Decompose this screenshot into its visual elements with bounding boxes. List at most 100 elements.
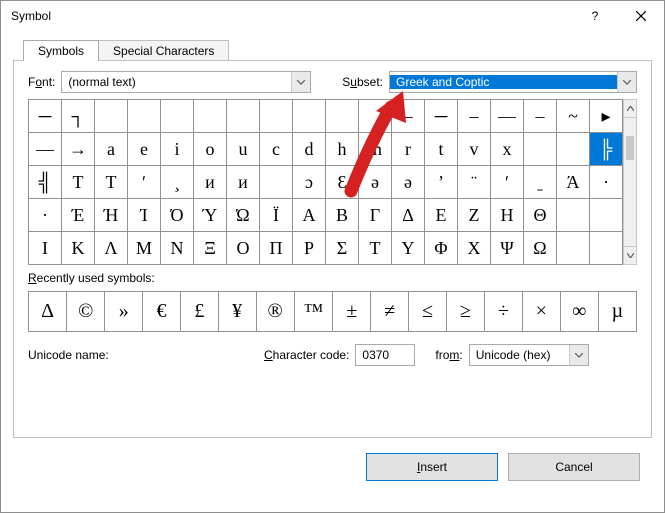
subset-select[interactable]: Greek and Coptic [389,71,637,93]
symbol-cell[interactable]: Σ [326,232,359,265]
symbol-cell[interactable]: T [95,166,128,199]
symbol-cell[interactable]: u [227,133,260,166]
symbol-cell[interactable]: Ρ [293,232,326,265]
symbol-cell[interactable]: Θ [524,199,557,232]
symbol-cell[interactable]: v [458,133,491,166]
symbol-cell[interactable] [161,100,194,133]
symbol-cell[interactable]: Π [260,232,293,265]
symbol-cell[interactable]: ʹ [128,166,161,199]
symbol-cell[interactable]: ¸ [161,166,194,199]
symbol-cell[interactable]: ̈ [458,166,491,199]
symbol-cell[interactable]: Ώ [227,199,260,232]
symbol-cell[interactable]: ə [392,166,425,199]
symbol-cell[interactable]: a [95,133,128,166]
symbol-cell[interactable]: ʹ [491,166,524,199]
recent-symbol-cell[interactable]: ≠ [371,292,409,332]
symbol-cell[interactable]: Υ [392,232,425,265]
recent-symbol-cell[interactable]: ≤ [409,292,447,332]
recent-symbols-grid[interactable]: Δ©»€£¥®™±≠≤≥÷×∞µ [28,291,637,332]
symbol-cell[interactable]: Ξ [194,232,227,265]
symbol-cell[interactable] [590,199,623,232]
symbol-cell[interactable] [194,100,227,133]
symbol-cell[interactable]: Η [491,199,524,232]
symbol-cell[interactable]: — [29,133,62,166]
symbol-cell[interactable]: Т [62,166,95,199]
symbol-cell[interactable]: m [359,133,392,166]
symbol-cell[interactable]: Ι [29,232,62,265]
symbol-cell[interactable]: ɔ [293,166,326,199]
symbol-cell[interactable]: x [491,133,524,166]
symbol-cell[interactable] [557,133,590,166]
symbol-cell[interactable]: ə [359,166,392,199]
symbol-cell[interactable]: o [194,133,227,166]
symbol-cell[interactable]: Φ [425,232,458,265]
symbol-cell[interactable]: r [392,133,425,166]
cancel-button[interactable]: Cancel [508,453,640,481]
symbol-cell[interactable] [326,100,359,133]
symbol-grid[interactable]: ─┐ –─–—–~▸—→aeioucdhmrtvx╠╣ТTʹ¸ии ɔƐəəʼ̈… [28,99,623,265]
symbol-cell[interactable]: ─ [425,100,458,133]
help-button[interactable]: ? [572,1,618,31]
symbol-cell[interactable]: Ό [161,199,194,232]
symbol-cell[interactable]: Λ [95,232,128,265]
recent-symbol-cell[interactable]: » [105,292,143,332]
symbol-cell[interactable]: c [260,133,293,166]
symbol-cell[interactable]: Α [293,199,326,232]
symbol-cell[interactable]: Ɛ [326,166,359,199]
recent-symbol-cell[interactable]: ÷ [484,292,522,332]
symbol-cell[interactable]: Ί [128,199,161,232]
recent-symbol-cell[interactable]: © [67,292,105,332]
insert-button[interactable]: Insert [366,453,498,481]
symbol-cell[interactable]: Μ [128,232,161,265]
symbol-cell[interactable]: Ϊ [260,199,293,232]
symbol-cell[interactable]: h [326,133,359,166]
symbol-cell[interactable]: ▸ [590,100,623,133]
symbol-cell[interactable]: — [491,100,524,133]
symbol-cell[interactable] [359,100,392,133]
symbol-cell[interactable]: i [161,133,194,166]
symbol-cell[interactable]: Χ [458,232,491,265]
symbol-cell[interactable]: ˍ [524,166,557,199]
symbol-cell[interactable]: и [227,166,260,199]
symbol-cell[interactable]: Έ [62,199,95,232]
from-select[interactable]: Unicode (hex) [469,344,589,366]
recent-symbol-cell[interactable]: ∞ [560,292,598,332]
recent-symbol-cell[interactable]: £ [180,292,218,332]
symbol-cell[interactable]: Γ [359,199,392,232]
symbol-cell[interactable]: Ω [524,232,557,265]
symbol-cell[interactable]: Ο [227,232,260,265]
symbol-cell[interactable]: Ή [95,199,128,232]
recent-symbol-cell[interactable]: Δ [29,292,67,332]
recent-symbol-cell[interactable]: ≥ [447,292,485,332]
symbol-cell[interactable]: Ψ [491,232,524,265]
symbol-cell[interactable] [557,199,590,232]
symbol-cell[interactable] [260,100,293,133]
symbol-cell[interactable] [524,133,557,166]
symbol-cell[interactable]: Τ [359,232,392,265]
symbol-cell[interactable]: t [425,133,458,166]
symbol-cell[interactable]: d [293,133,326,166]
symbol-cell[interactable]: ╠ [590,133,623,166]
tab-special-characters[interactable]: Special Characters [98,40,229,61]
grid-scrollbar[interactable] [623,99,637,265]
symbol-cell[interactable]: Κ [62,232,95,265]
symbol-cell[interactable]: · [590,166,623,199]
symbol-cell[interactable]: Ζ [458,199,491,232]
symbol-cell[interactable]: ʼ [425,166,458,199]
recent-symbol-cell[interactable]: ± [333,292,371,332]
recent-symbol-cell[interactable]: ¥ [218,292,256,332]
symbol-cell[interactable]: ─ [29,100,62,133]
recent-symbol-cell[interactable]: ™ [294,292,333,332]
symbol-cell[interactable] [293,100,326,133]
font-select[interactable]: (normal text) [61,71,311,93]
scroll-thumb[interactable] [626,136,634,160]
recent-symbol-cell[interactable]: € [143,292,181,332]
recent-symbol-cell[interactable]: ® [256,292,294,332]
symbol-cell[interactable] [227,100,260,133]
symbol-cell[interactable]: и [194,166,227,199]
symbol-cell[interactable] [260,166,293,199]
scroll-up-button[interactable] [624,100,636,118]
symbol-cell[interactable] [590,232,623,265]
tab-symbols[interactable]: Symbols [23,40,99,61]
symbol-cell[interactable]: Δ [392,199,425,232]
